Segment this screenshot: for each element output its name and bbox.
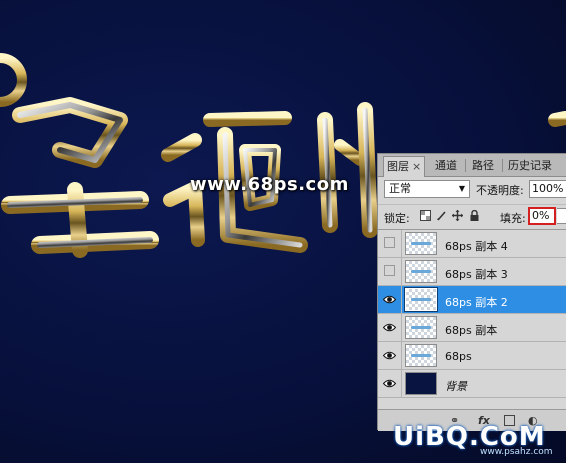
- eye-column-divider: [401, 230, 402, 258]
- tab-history-label: 历史记录: [508, 159, 552, 172]
- tab-paths-label: 路径: [472, 159, 494, 172]
- lock-image-brush-icon[interactable]: [436, 210, 447, 221]
- eye-column-divider: [401, 258, 402, 286]
- layer-thumbnail: [405, 260, 437, 283]
- lock-transparency-icon[interactable]: [420, 210, 431, 221]
- lock-label: 锁定:: [384, 212, 410, 225]
- eye-column-divider: [401, 314, 402, 342]
- layer-row[interactable]: 68ps: [378, 342, 566, 370]
- layers-panel: 图层 × 通道 路径 历史记录 正常 ▼ 不透明度: 100% 锁定: 填充: …: [377, 153, 566, 431]
- opacity-field[interactable]: 100%: [529, 180, 566, 198]
- visibility-toggle-off[interactable]: [384, 237, 395, 248]
- glyph-kuai: [317, 102, 378, 238]
- fill-field-extension: [557, 208, 566, 224]
- layer-row[interactable]: 68ps 副本 4: [378, 230, 566, 258]
- eye-icon[interactable]: [383, 293, 396, 306]
- layer-name: 68ps 副本: [445, 324, 498, 337]
- eye-column-divider: [401, 370, 402, 398]
- layer-name: 68ps: [445, 350, 472, 363]
- layer-row-selected[interactable]: 68ps 副本 2: [378, 286, 566, 314]
- layer-thumbnail: [405, 344, 437, 367]
- layer-row[interactable]: 68ps 副本: [378, 314, 566, 342]
- eye-column-divider: [401, 342, 402, 370]
- fill-field[interactable]: 0%: [528, 207, 556, 225]
- glyph-ring: [0, 53, 27, 107]
- tab-layers[interactable]: 图层 ×: [383, 156, 426, 177]
- layer-name: 68ps 副本 3: [445, 268, 508, 281]
- layer-row[interactable]: 68ps 副本 3: [378, 258, 566, 286]
- artwork-url-text: www.68ps.com: [190, 174, 349, 195]
- eye-icon[interactable]: [383, 349, 396, 362]
- blend-opacity-row: 正常 ▼ 不透明度: 100%: [378, 178, 566, 202]
- tab-channels[interactable]: 通道: [432, 156, 460, 175]
- layer-row-background[interactable]: 背景: [378, 370, 566, 398]
- panel-tab-bar: 图层 × 通道 路径 历史记录: [378, 154, 566, 177]
- lock-fill-row: 锁定: 填充: 0%: [378, 204, 566, 230]
- eye-column-divider: [401, 286, 402, 314]
- site-watermark-sub: www.psahz.com: [480, 447, 553, 457]
- blend-mode-select[interactable]: 正常 ▼: [384, 180, 470, 198]
- tab-paths[interactable]: 路径: [469, 156, 497, 175]
- layer-name: 68ps 副本 2: [445, 296, 508, 309]
- eye-icon[interactable]: [383, 377, 396, 390]
- tab-divider: [502, 159, 503, 172]
- chevron-down-icon: ▼: [458, 184, 465, 193]
- layer-thumbnail: [404, 287, 438, 312]
- tab-history[interactable]: 历史记录: [505, 156, 555, 175]
- layer-name: 68ps 副本 4: [445, 240, 508, 253]
- blend-mode-value: 正常: [389, 182, 411, 195]
- close-icon[interactable]: ×: [412, 160, 421, 173]
- tab-layers-label: 图层: [387, 160, 409, 173]
- lock-position-move-icon[interactable]: [452, 210, 463, 221]
- tab-divider: [465, 159, 466, 172]
- opacity-label: 不透明度:: [476, 184, 524, 197]
- layer-name: 背景: [445, 380, 467, 393]
- layer-thumbnail: [405, 316, 437, 339]
- visibility-toggle-off[interactable]: [384, 265, 395, 276]
- fill-label: 填充:: [500, 212, 526, 225]
- eye-icon[interactable]: [383, 321, 396, 334]
- layer-thumbnail: [405, 372, 437, 395]
- lock-all-icon[interactable]: [469, 210, 480, 221]
- layer-thumbnail: [405, 232, 437, 255]
- glyph-sheng: [1, 97, 159, 258]
- glyph-le: [548, 111, 566, 127]
- tab-channels-label: 通道: [435, 159, 457, 172]
